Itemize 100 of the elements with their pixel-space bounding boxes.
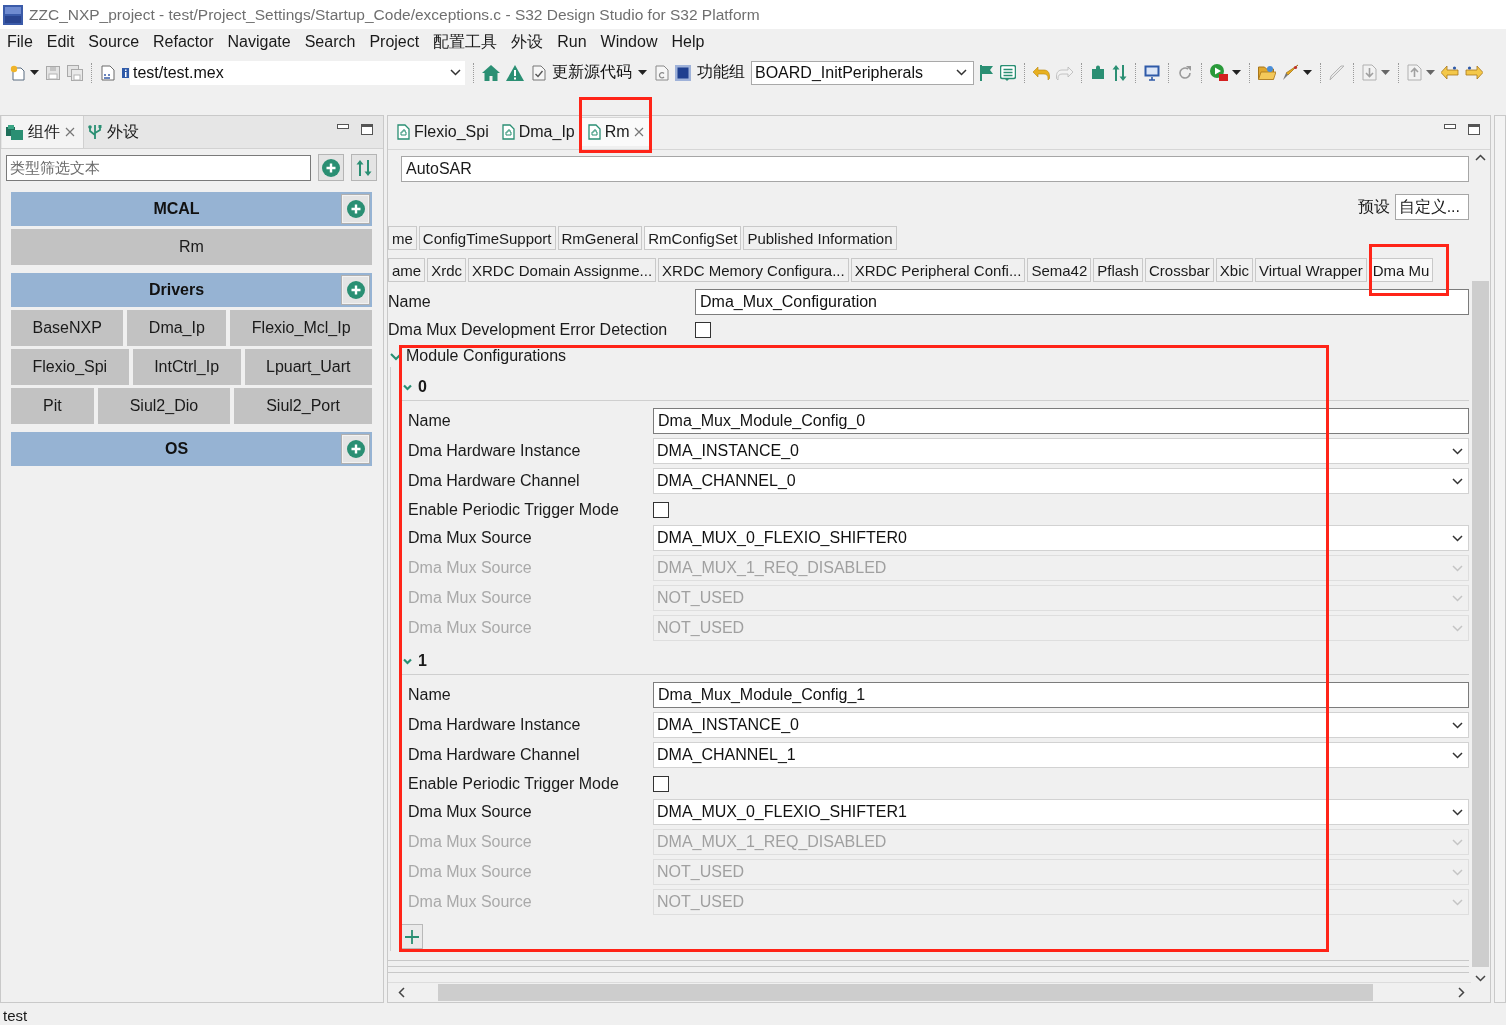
chevron-up-icon[interactable] (1475, 154, 1486, 161)
maximize-icon[interactable] (361, 124, 373, 135)
checkbox[interactable] (695, 321, 711, 338)
expand-chevron-icon[interactable] (403, 656, 412, 665)
section-tab[interactable]: XRDC Domain Assignme... (468, 258, 657, 282)
component-button[interactable]: IntCtrl_Ip (132, 349, 241, 385)
minimize-icon[interactable] (1444, 124, 1456, 129)
mode-field[interactable]: AutoSAR (401, 156, 1469, 182)
menu-item[interactable]: File (0, 33, 40, 51)
editor-tab[interactable]: Flexio_Spi (390, 117, 495, 146)
menu-item[interactable]: Navigate (220, 33, 298, 51)
chevron-down-icon[interactable] (1452, 721, 1463, 729)
editor-tab[interactable]: Dma_Ip (494, 117, 581, 146)
section-tab[interactable]: me (388, 226, 417, 250)
component-button[interactable]: Lpuart_Uart (244, 349, 372, 385)
menu-item[interactable]: Window (593, 33, 665, 51)
sort-button[interactable] (351, 154, 377, 181)
chevron-down-icon[interactable] (1452, 447, 1463, 455)
component-button[interactable]: Flexio_Spi (11, 349, 129, 385)
component-button[interactable]: Siul2_Port (234, 388, 372, 424)
list-icon[interactable] (1000, 64, 1016, 81)
text-field[interactable]: Dma_Mux_Module_Config_0 (653, 408, 1469, 434)
expand-chevron-icon[interactable] (390, 350, 402, 362)
checkbox[interactable] (653, 501, 669, 518)
upload-icon[interactable] (1407, 64, 1422, 81)
component-button[interactable]: Rm (11, 229, 372, 265)
caret-icon[interactable] (30, 70, 39, 75)
binary-file-icon[interactable] (100, 64, 116, 81)
dropdown[interactable]: DMA_MUX_0_FLEXIO_SHIFTER0 (653, 525, 1469, 551)
warning-icon[interactable] (506, 64, 524, 81)
menu-item[interactable]: Project (362, 33, 427, 51)
menu-item[interactable]: Run (550, 33, 594, 51)
puzzle-icon[interactable] (1090, 64, 1106, 81)
chevron-down-icon[interactable] (1452, 477, 1463, 485)
section-tab[interactable]: Published Information (743, 226, 897, 250)
chevron-down-icon[interactable] (450, 69, 461, 76)
forward-arrow-icon[interactable] (1465, 66, 1483, 79)
checkbox[interactable] (653, 775, 669, 792)
minimize-icon[interactable] (337, 124, 349, 129)
menu-item[interactable]: Source (81, 33, 147, 51)
text-field[interactable]: Dma_Mux_Module_Config_1 (653, 682, 1469, 708)
component-button[interactable]: Dma_Ip (127, 310, 227, 346)
component-button[interactable]: Flexio_Mcl_Ip (230, 310, 372, 346)
menu-item[interactable]: 配置工具 (426, 31, 505, 53)
panel-tab[interactable]: 外设 (84, 116, 147, 148)
caret-icon[interactable] (1232, 70, 1241, 75)
section-tab[interactable]: Pflash (1093, 258, 1143, 282)
section-tab[interactable]: RmConfigSet (644, 226, 742, 250)
section-tab[interactable]: Virtual Wrapper (1255, 258, 1367, 282)
horizontal-scrollbar[interactable] (388, 982, 1471, 1002)
run-icon[interactable] (1210, 64, 1228, 81)
dropdown[interactable]: DMA_INSTANCE_0 (653, 438, 1469, 464)
plus-circle-icon[interactable] (346, 200, 365, 218)
preset-field[interactable]: 自定义... (1394, 194, 1469, 220)
undo-arrow-icon[interactable] (1033, 64, 1050, 81)
monitor-icon[interactable] (1144, 64, 1160, 81)
source-file-icon[interactable] (655, 64, 669, 81)
back-arrow-icon[interactable] (1441, 66, 1459, 79)
pen-icon[interactable] (1282, 64, 1299, 81)
folder-icon[interactable] (1258, 65, 1276, 80)
section-tab[interactable]: ame (388, 258, 426, 282)
text-field[interactable]: Dma_Mux_Configuration (695, 288, 1469, 315)
chevron-down-icon[interactable] (1475, 975, 1486, 982)
chevron-right-icon[interactable] (1458, 987, 1465, 998)
section-tab[interactable]: Crossbar (1144, 258, 1214, 282)
caret-icon[interactable] (1303, 70, 1312, 75)
close-icon[interactable] (65, 127, 75, 137)
chevron-left-icon[interactable] (398, 987, 405, 998)
save-icon[interactable] (45, 64, 61, 81)
dropdown[interactable]: DMA_CHANNEL_0 (653, 468, 1469, 494)
info-icon[interactable] (122, 67, 129, 78)
plus-circle-icon[interactable] (346, 281, 365, 299)
section-tab[interactable]: RmGeneral (557, 226, 643, 250)
section-tab[interactable]: XRDC Memory Configura... (658, 258, 849, 282)
chevron-down-icon[interactable] (1452, 534, 1463, 542)
section-tab[interactable]: Xbic (1215, 258, 1253, 282)
sort-arrows-icon[interactable] (1112, 64, 1127, 81)
plus-circle-icon[interactable] (346, 440, 365, 458)
component-button[interactable]: Pit (11, 388, 94, 424)
update-code-button[interactable]: 更新源代码 (530, 59, 649, 86)
panel-tab[interactable]: 组件 (2, 116, 84, 148)
chip-icon[interactable] (675, 64, 691, 81)
menu-item[interactable]: Search (297, 33, 363, 51)
menu-item[interactable]: Edit (39, 33, 82, 51)
flag-icon[interactable] (980, 64, 994, 81)
chevron-down-icon[interactable] (1452, 808, 1463, 816)
chevron-down-icon[interactable] (956, 69, 967, 76)
section-tab[interactable]: Sema42 (1027, 258, 1092, 282)
home-icon[interactable] (482, 64, 500, 81)
add-button[interactable] (400, 924, 423, 949)
menu-item[interactable]: 外设 (504, 31, 551, 53)
refresh-icon[interactable] (1177, 64, 1193, 81)
plus-icon[interactable] (404, 929, 419, 944)
filter-field[interactable]: 类型筛选文本 (6, 154, 311, 181)
dropdown[interactable]: DMA_CHANNEL_1 (653, 742, 1469, 768)
menu-item[interactable]: Help (664, 33, 712, 51)
download-icon[interactable] (1362, 64, 1377, 81)
function-group-combo[interactable]: BOARD_InitPeripherals (751, 60, 974, 85)
file-combo[interactable]: test/test.mex (130, 60, 465, 85)
component-button[interactable]: BaseNXP (11, 310, 124, 346)
